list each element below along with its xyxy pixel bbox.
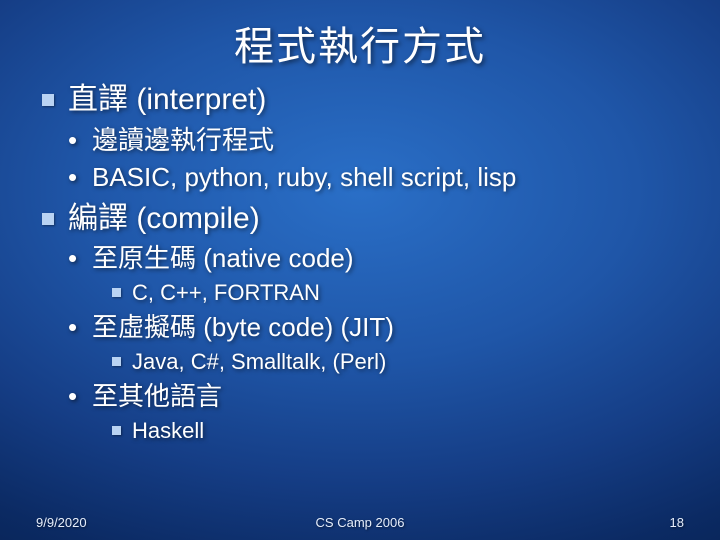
item-label: Haskell xyxy=(132,418,204,443)
list-item: C, C++, FORTRAN xyxy=(92,278,690,308)
item-label: 邊讀邊執行程式 xyxy=(92,125,274,155)
bullet-list-level1: 直譯 (interpret) 邊讀邊執行程式 BASIC, python, ru… xyxy=(42,80,690,446)
item-label: 至原生碼 (native code) xyxy=(92,243,354,273)
list-item: 至其他語言 Haskell xyxy=(68,379,690,446)
item-label: BASIC, python, ruby, shell script, lisp xyxy=(92,162,516,192)
item-label: 編譯 (compile) xyxy=(68,202,260,235)
list-item: BASIC, python, ruby, shell script, lisp xyxy=(68,160,690,195)
list-item: 至原生碼 (native code) C, C++, FORTRAN xyxy=(68,241,690,308)
list-item: 至虛擬碼 (byte code) (JIT) Java, C#, Smallta… xyxy=(68,310,690,377)
bullet-list-level2: 至原生碼 (native code) C, C++, FORTRAN 至虛擬碼 … xyxy=(68,241,690,445)
item-label: 至虛擬碼 (byte code) (JIT) xyxy=(92,312,394,342)
list-item: Java, C#, Smalltalk, (Perl) xyxy=(92,347,690,377)
slide-title: 程式執行方式 xyxy=(0,0,720,72)
slide: 程式執行方式 直譯 (interpret) 邊讀邊執行程式 BASIC, pyt… xyxy=(0,0,720,540)
footer-center: CS Camp 2006 xyxy=(0,515,720,530)
bullet-list-level3: C, C++, FORTRAN xyxy=(92,278,690,308)
item-label: C, C++, FORTRAN xyxy=(132,280,320,305)
item-label: 直譯 (interpret) xyxy=(68,83,266,116)
slide-body: 直譯 (interpret) 邊讀邊執行程式 BASIC, python, ru… xyxy=(0,72,720,446)
list-item: 編譯 (compile) 至原生碼 (native code) C, C++, … xyxy=(42,199,690,446)
bullet-list-level3: Haskell xyxy=(92,416,690,446)
footer-page: 18 xyxy=(670,515,684,530)
list-item: Haskell xyxy=(92,416,690,446)
bullet-list-level2: 邊讀邊執行程式 BASIC, python, ruby, shell scrip… xyxy=(68,123,690,195)
bullet-list-level3: Java, C#, Smalltalk, (Perl) xyxy=(92,347,690,377)
item-label: 至其他語言 xyxy=(92,381,222,411)
list-item: 邊讀邊執行程式 xyxy=(68,123,690,158)
list-item: 直譯 (interpret) 邊讀邊執行程式 BASIC, python, ru… xyxy=(42,80,690,195)
item-label: Java, C#, Smalltalk, (Perl) xyxy=(132,349,386,374)
